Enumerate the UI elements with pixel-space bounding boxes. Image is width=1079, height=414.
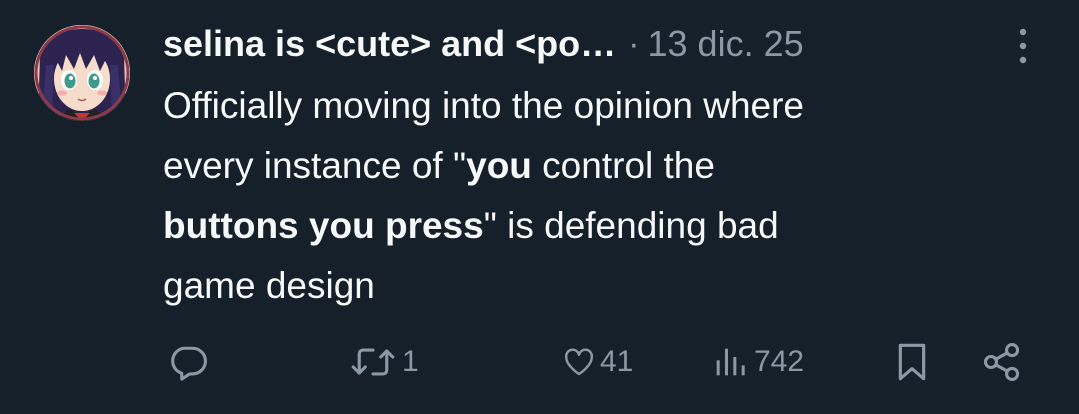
tweet-text-line: every instance of "you control the	[163, 136, 1043, 196]
like-count: 41	[600, 345, 634, 378]
retweet-icon	[351, 348, 395, 376]
tweet-text-segment: control the	[531, 145, 715, 186]
vertical-ellipsis-icon	[1019, 28, 1027, 64]
tweet-text-bold: you	[466, 145, 532, 186]
reply-button[interactable]	[166, 335, 210, 389]
tweet-text-segment: every instance of "	[163, 145, 467, 186]
display-name[interactable]: selina is <cute> and <po…	[163, 23, 616, 65]
views-chart-icon	[716, 348, 745, 376]
tweet-actions: 1 41 742	[0, 335, 1079, 389]
tweet-text-line: buttons you press" is defending bad	[163, 196, 1043, 256]
views-button[interactable]: 742	[710, 335, 804, 389]
avatar[interactable]	[34, 25, 130, 121]
bookmark-button[interactable]	[892, 335, 932, 389]
like-button[interactable]: 41	[562, 335, 633, 389]
tweet-text-segment: game design	[163, 265, 375, 306]
retweet-button[interactable]: 1	[348, 335, 419, 389]
retweet-count: 1	[402, 345, 419, 378]
reply-icon	[171, 346, 207, 381]
share-icon	[983, 343, 1020, 381]
tweet-text-bold: buttons you press	[163, 205, 484, 246]
bookmark-icon	[898, 343, 926, 381]
timestamp[interactable]: 13 dic. 25	[648, 23, 804, 65]
tweet-text: Officially moving into the opinion where…	[163, 76, 1043, 316]
tweet-text-segment: " is defending bad	[483, 205, 779, 246]
views-count: 742	[754, 345, 805, 378]
more-options-button[interactable]	[1003, 26, 1043, 66]
share-button[interactable]	[980, 335, 1024, 389]
tweet-text-line: Officially moving into the opinion where	[163, 76, 1043, 136]
heart-icon	[564, 348, 594, 376]
tweet-header: selina is <cute> and <po… · 13 dic. 25	[163, 14, 1043, 74]
tweet-text-segment: Officially moving into the opinion where	[163, 85, 804, 126]
separator-dot: ·	[628, 24, 640, 63]
tweet-text-line: game design	[163, 256, 1043, 316]
